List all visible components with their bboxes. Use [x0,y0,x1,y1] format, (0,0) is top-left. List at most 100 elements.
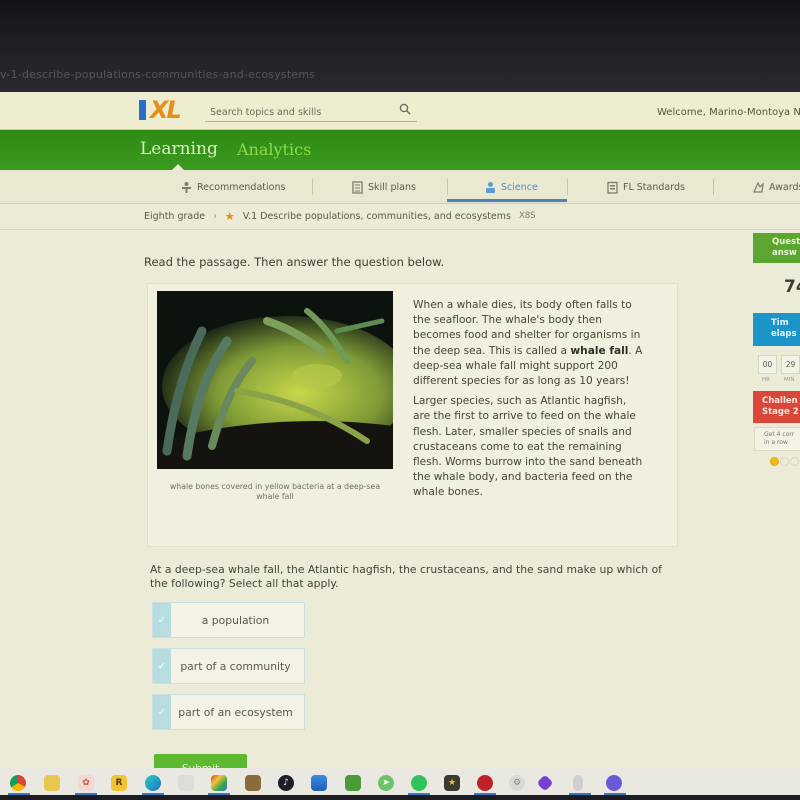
search-icon[interactable] [399,103,411,115]
stage-label: Stage 2 [762,407,799,417]
breadcrumb: Eighth grade › ★ V.1 Describe population… [144,208,536,224]
image-caption: whale bones covered in yellow bacteria a… [169,482,381,501]
key-term: whale fall [570,344,629,357]
steam-icon[interactable]: ⚙ [509,775,525,791]
whale-fall-image [157,291,393,469]
breadcrumb-separator-icon: › [213,210,217,222]
timer-units: HR MIN [762,377,794,383]
hint-line: Get 4 corr [764,431,795,438]
tab-recommendations[interactable]: Recommendations [180,170,285,204]
rockstar-icon[interactable]: R [111,775,127,791]
tab-label: Science [501,181,538,193]
active-tab-indicator [447,199,567,202]
browser-chrome: v-1-describe-populations-communities-and… [0,0,800,92]
passage-text: When a whale dies, its body often falls … [413,298,643,506]
questions-count: 74 [784,277,800,297]
tab-fl-standards[interactable]: FL Standards [606,170,685,204]
ixl-header: XL Welcome, Marino-Montoya Nic [0,92,800,130]
choice-part-of-community[interactable]: ✓ part of a community [152,648,305,684]
hint-line: in a row [764,439,788,446]
screen: v-1-describe-populations-communities-and… [0,0,800,800]
checkbox-icon[interactable]: ✓ [153,695,171,729]
file-explorer-icon[interactable] [44,775,60,791]
passage-paragraph-1: When a whale dies, its body often falls … [413,298,643,389]
min-unit: MIN [783,377,795,383]
passage-paragraph-2: Larger species, such as Atlantic hagfish… [413,395,643,499]
url-text[interactable]: v-1-describe-populations-communities-and… [0,68,315,81]
tiktok-icon[interactable]: ♪ [278,775,294,791]
app-gray-icon[interactable] [178,775,194,791]
choice-part-of-ecosystem[interactable]: ✓ part of an ecosystem [152,694,305,730]
questions-label: Quest [772,237,800,247]
header-divider [0,229,800,230]
challenge-header: Challen Stage 2 [753,391,800,423]
question-text: At a deep-sea whale fall, the Atlantic h… [150,563,662,590]
app-figure-icon[interactable]: ✿ [78,775,94,791]
tab-divider [567,179,568,195]
timer-minutes: 29 [781,355,800,374]
questions-answered-header: Quest answ [753,233,800,263]
tab-label: Skill plans [368,181,416,193]
chat-app-icon[interactable] [606,775,622,791]
progress-dot [790,457,799,466]
minecraft-icon[interactable] [245,775,261,791]
standards-icon [607,181,618,194]
skill-plans-icon [352,180,363,194]
tab-label: Recommendations [197,181,286,193]
spotify-icon[interactable] [411,775,427,791]
challenge-label: Challen [762,396,798,406]
instructions: Read the passage. Then answer the questi… [144,255,445,269]
science-icon [486,181,495,193]
elapsed-label: elaps [771,329,797,339]
tab-divider [447,179,448,195]
logo-xl: XL [150,96,182,124]
photos-icon[interactable] [311,775,327,791]
subject-tabs: Recommendations Skill plans Science FL S… [0,170,800,204]
awards-icon [753,181,764,193]
xbox-icon[interactable] [345,775,361,791]
answered-label: answ [772,248,797,258]
progress-dot-filled [770,457,779,466]
tab-skill-plans[interactable]: Skill plans [351,170,416,204]
time-label: Tim [771,318,789,328]
mouse-app-icon[interactable] [573,775,583,791]
star-icon: ★ [224,209,235,223]
choice-label: a population [201,613,270,627]
chrome-icon[interactable] [10,775,26,791]
breadcrumb-grade[interactable]: Eighth grade [144,211,205,222]
challenge-hint: Get 4 corr in a row [754,427,800,451]
search-input[interactable] [205,102,395,123]
progress-side-panel: Quest answ 74 Tim elaps 00 29 HR MIN Cha… [753,230,800,470]
progress-dot [780,457,789,466]
main-nav [0,130,800,170]
tab-awards[interactable]: Awards [752,170,800,204]
tab-label: FL Standards [623,181,685,193]
whale-bones-picture [157,291,393,469]
logo-i-bar [139,100,146,120]
timer-hours: 00 [758,355,777,374]
checkbox-icon[interactable]: ✓ [153,649,171,683]
time-elapsed-header: Tim elaps [753,313,800,346]
app-red-circle-icon[interactable] [477,775,493,791]
hr-unit: HR [762,377,770,383]
choice-label: part of a community [180,659,291,673]
recommendations-icon [182,181,191,193]
search-box [205,100,417,123]
welcome-user[interactable]: Welcome, Marino-Montoya Nic [657,107,800,118]
challenge-progress-dots [770,457,800,466]
choice-a-population[interactable]: ✓ a population [152,602,305,638]
tab-label: Awards [769,181,800,193]
app-star-icon[interactable]: ★ [444,775,460,791]
choice-label: part of an ecosystem [178,705,293,719]
nav-analytics[interactable]: Analytics [237,140,311,159]
checkbox-icon[interactable]: ✓ [153,603,171,637]
screen-bezel [0,795,800,800]
game-icon[interactable] [211,775,227,791]
timer: 00 29 [758,355,800,374]
edge-icon[interactable] [145,775,161,791]
skill-code: X8S [518,211,536,221]
app-green-arrow-icon[interactable]: ➤ [378,775,394,791]
ixl-logo[interactable]: XL [139,96,182,124]
tab-divider [713,179,714,195]
nav-learning[interactable]: Learning [140,139,218,159]
